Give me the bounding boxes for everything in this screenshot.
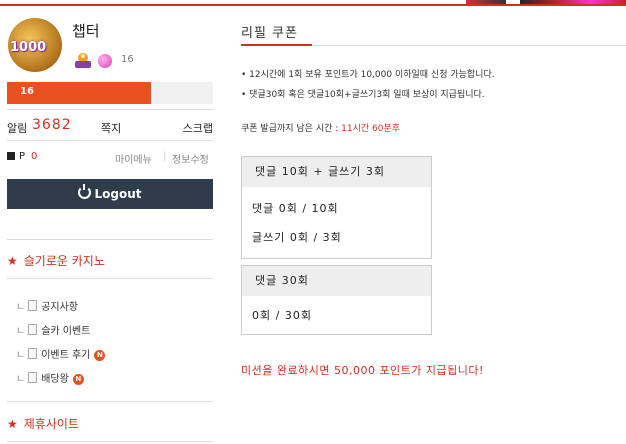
star-icon: ★ — [7, 254, 18, 268]
page-title: 리필 쿠폰 — [241, 26, 298, 41]
power-icon — [78, 184, 92, 199]
avatar-badge: 1000 — [10, 40, 47, 55]
my-menu-link[interactable]: 마이메뉴 — [115, 151, 152, 166]
message-link[interactable]: 쪽지 — [101, 120, 121, 136]
tree-branch: ㄴ — [16, 326, 26, 337]
avatar[interactable]: 1000 — [8, 18, 62, 72]
sidebar-item-label: 이벤트 후기 — [41, 350, 91, 361]
category-title: 제휴사이트 — [23, 417, 79, 431]
new-badge: N — [94, 350, 106, 361]
stats-row: 알림 3682 쪽지 스크랩 — [7, 117, 213, 136]
mission-box-comments-posts: 댓글 10회 + 글쓰기 3회 댓글 0회 / 10회 글쓰기 0회 / 3회 — [241, 156, 432, 259]
tree-branch: ㄴ — [16, 350, 26, 361]
tree-branch: ㄴ — [16, 374, 26, 385]
category-title: 슬기로운 카지노 — [23, 254, 105, 268]
sidebar-item-notice[interactable]: ㄴ 공지사항 — [16, 298, 79, 313]
sidebar-item-event-review[interactable]: ㄴ 이벤트 후기 N — [16, 346, 106, 361]
rule-note: • 12시간에 1회 보유 포인트가 10,000 이하일때 신청 가능합니다. — [241, 70, 495, 80]
mission-progress: 댓글 0회 / 10회 — [252, 202, 339, 215]
title-accent — [241, 44, 312, 46]
rule-note: • 댓글30회 혹은 댓글10회+글쓰기3회 일때 보상이 지급됩니다. — [241, 90, 485, 100]
points-value: 0 — [31, 151, 38, 162]
mission-progress: 0회 / 30회 — [252, 309, 312, 322]
new-badge: N — [72, 374, 84, 385]
document-icon — [28, 372, 38, 383]
divider — [7, 140, 213, 141]
gift-icon — [7, 152, 15, 160]
divider — [7, 401, 213, 402]
document-icon — [28, 300, 38, 311]
alarm-label[interactable]: 알림 — [7, 120, 27, 136]
level-number: 16 — [121, 54, 134, 65]
category-casino[interactable]: ★ 슬기로운 카지노 — [7, 252, 105, 269]
mission-progress: 글쓰기 0회 / 3회 — [252, 231, 342, 244]
level-icon — [75, 53, 91, 68]
sidebar-item-label: 배당왕 — [41, 374, 69, 385]
ball-icon — [98, 54, 112, 68]
sidebar: 1000 챕터 16 16 알림 3682 쪽지 스크랩 P 0 마이메뉴 | … — [0, 6, 222, 444]
star-icon: ★ — [7, 417, 18, 431]
document-icon — [28, 348, 38, 359]
tree-branch: ㄴ — [16, 302, 26, 313]
reward-message: 미션을 완료하시면 50,000 포인트가 지급됩니다! — [241, 364, 484, 377]
edit-info-link[interactable]: 정보수정 — [172, 151, 209, 166]
sidebar-item-label: 슬카 이벤트 — [41, 326, 91, 337]
scrap-link[interactable]: 스크랩 — [183, 120, 213, 136]
divider — [7, 278, 213, 279]
timer-label: 쿠폰 발급까지 남은 시간 : — [241, 124, 342, 134]
nickname[interactable]: 챕터 — [72, 20, 100, 41]
coupon-timer: 쿠폰 발급까지 남은 시간 : 11시간 60분후 — [241, 121, 400, 134]
sidebar-item-event[interactable]: ㄴ 슬카 이벤트 — [16, 322, 91, 337]
points-label: P — [19, 151, 26, 162]
exp-bar: 16 — [7, 82, 213, 104]
alarm-count[interactable]: 3682 — [32, 117, 72, 133]
category-partner-sites[interactable]: ★ 제휴사이트 — [7, 415, 79, 432]
sidebar-item-dividend-king[interactable]: ㄴ 배당왕 N — [16, 370, 84, 385]
divider — [7, 239, 213, 240]
divider — [7, 441, 213, 442]
logout-button[interactable]: Logout — [7, 179, 213, 209]
logout-label: Logout — [94, 187, 142, 201]
exp-level-label: 16 — [20, 86, 34, 97]
mission-header: 댓글 30회 — [242, 266, 431, 296]
link-divider: | — [163, 151, 167, 162]
timer-value: 11시간 60분후 — [341, 124, 401, 134]
divider — [7, 109, 213, 110]
sidebar-item-label: 공지사항 — [41, 302, 79, 313]
mission-header: 댓글 10회 + 글쓰기 3회 — [242, 157, 431, 187]
document-icon — [28, 324, 38, 335]
mission-box-comments: 댓글 30회 0회 / 30회 — [241, 265, 432, 335]
